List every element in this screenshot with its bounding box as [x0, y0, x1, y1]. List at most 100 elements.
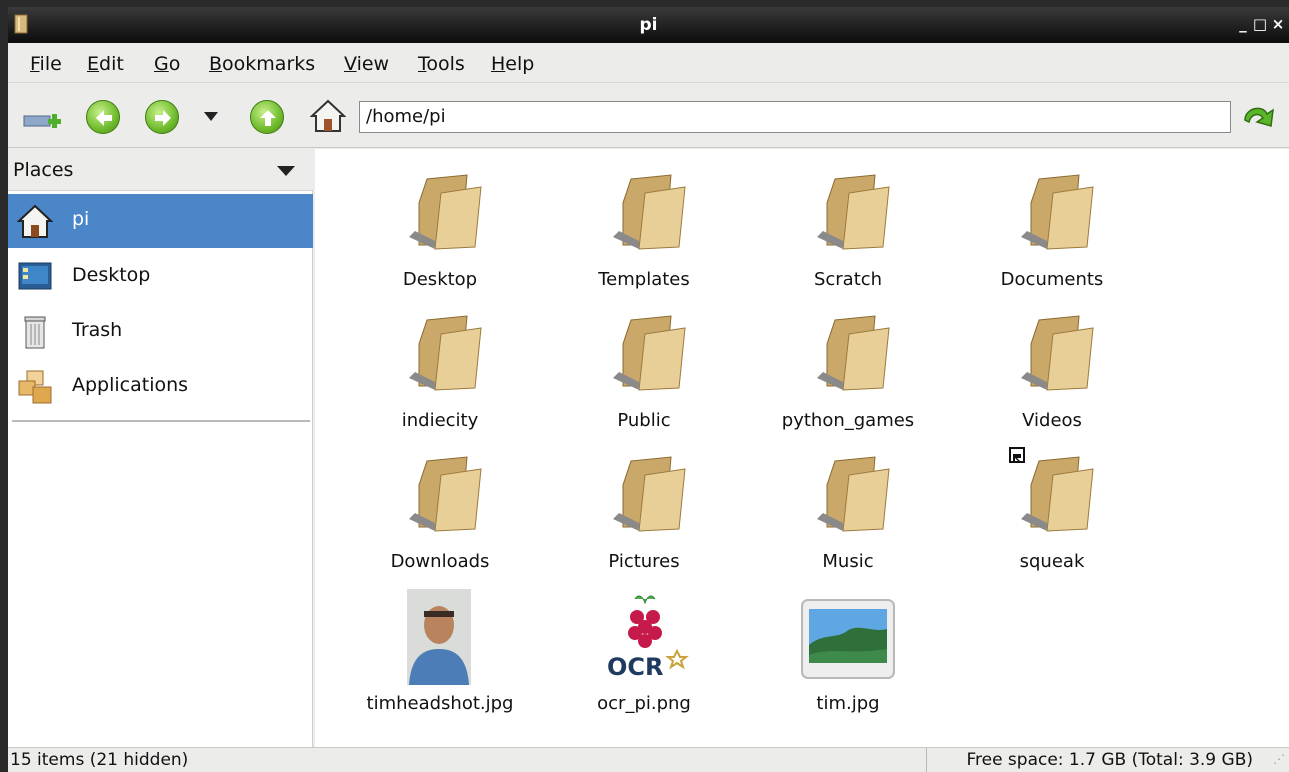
folder-icon — [817, 456, 890, 532]
folder-icon — [613, 174, 686, 250]
file-item-downloads[interactable]: Downloads — [345, 447, 535, 577]
status-item-count: 15 items (21 hidden) — [10, 750, 189, 770]
menu-file-rest: ile — [39, 53, 62, 75]
folder-icon — [613, 315, 686, 391]
places-header[interactable]: Places — [8, 149, 313, 191]
file-name: Music — [822, 551, 874, 572]
raspberry-pi-logo-icon: OCR — [595, 589, 695, 685]
up-icon[interactable] — [250, 100, 284, 134]
sidebar-item-label: Applications — [72, 374, 189, 396]
file-name: Videos — [1022, 410, 1082, 431]
menu-file-accel: F — [30, 53, 40, 75]
sidebar-item-trash[interactable]: Trash — [8, 305, 313, 359]
menu-edit-accel: E — [87, 53, 100, 75]
folder-icon — [1021, 174, 1094, 250]
menu-bookmarks[interactable]: Bookmarks — [209, 53, 315, 75]
file-item-documents[interactable]: Documents — [957, 165, 1147, 295]
file-name: indiecity — [401, 410, 479, 431]
menu-view-accel: V — [344, 53, 357, 75]
go-icon[interactable] — [1241, 100, 1277, 134]
home-icon — [17, 204, 53, 238]
file-item-scratch[interactable]: Scratch — [753, 165, 943, 295]
home-icon[interactable] — [309, 99, 347, 133]
back-icon[interactable] — [86, 100, 120, 134]
new-tab-icon[interactable] — [22, 102, 66, 132]
minimize-button[interactable]: _ — [1235, 16, 1251, 32]
toolbar: /home/pi — [8, 84, 1289, 148]
file-name: Documents — [1000, 269, 1104, 290]
places-title: Places — [13, 159, 74, 181]
menu-view-rest: iew — [356, 53, 390, 75]
menu-bookmarks-accel: B — [209, 53, 223, 75]
symlink-icon — [1009, 447, 1025, 463]
file-item-squeak[interactable]: squeak — [957, 447, 1147, 577]
image-file-icon — [801, 599, 895, 679]
sidebar-divider — [12, 420, 310, 422]
file-item-timheadshot[interactable]: timheadshot.jpg — [345, 589, 535, 719]
folder-icon — [409, 315, 482, 391]
maximize-button[interactable]: □ — [1252, 16, 1268, 32]
menu-edit[interactable]: Edit — [87, 53, 124, 75]
close-button[interactable]: × — [1270, 16, 1286, 32]
menu-help-accel: H — [491, 53, 506, 75]
sidebar-item-label: pi — [72, 208, 90, 230]
status-bar: 15 items (21 hidden) Free space: 1.7 GB … — [8, 747, 1289, 772]
sidebar-item-label: Desktop — [72, 264, 151, 286]
photo-thumbnail-icon — [407, 589, 471, 685]
file-item-indiecity[interactable]: indiecity — [345, 306, 535, 436]
file-name: Desktop — [402, 269, 478, 290]
menu-file[interactable]: File — [30, 53, 62, 75]
file-name: squeak — [1019, 551, 1085, 572]
menu-view[interactable]: View — [344, 53, 389, 75]
menu-bar: File Edit Go Bookmarks View Tools Help — [8, 43, 1289, 83]
menu-edit-rest: dit — [99, 53, 124, 75]
file-view: Desktop Templates Scratch Documents indi… — [315, 149, 1289, 747]
file-item-pictures[interactable]: Pictures — [549, 447, 739, 577]
sidebar-item-label: Trash — [72, 319, 123, 341]
desktop-icon — [18, 262, 52, 290]
folder-icon — [409, 456, 482, 532]
file-item-desktop[interactable]: Desktop — [345, 165, 535, 295]
menu-tools-rest: ools — [426, 53, 465, 75]
trash-icon — [24, 316, 46, 349]
ocr-logo-text: OCR — [607, 653, 664, 681]
window-title: pi — [639, 15, 658, 35]
sidebar-item-desktop[interactable]: Desktop — [8, 250, 313, 304]
file-name: timheadshot.jpg — [366, 693, 514, 714]
menu-go-rest: o — [168, 53, 181, 75]
file-name: Scratch — [813, 269, 883, 290]
applications-icon — [18, 370, 52, 404]
folder-icon — [817, 174, 890, 250]
places-dropdown-icon[interactable] — [277, 166, 295, 176]
file-item-ocr-pi[interactable]: OCR ocr_pi.png — [549, 589, 739, 719]
menu-help[interactable]: Help — [491, 53, 534, 75]
title-bar[interactable]: pi _ □ × — [8, 7, 1289, 43]
file-name: Public — [617, 410, 671, 431]
folder-icon — [1021, 315, 1094, 391]
resize-grip-icon[interactable]: ⋰ — [1273, 752, 1285, 766]
file-name: Downloads — [390, 551, 490, 572]
folder-icon — [613, 456, 686, 532]
forward-icon[interactable] — [145, 100, 179, 134]
file-item-tim[interactable]: tim.jpg — [753, 589, 943, 719]
file-name: python_games — [781, 410, 915, 431]
file-name: Templates — [598, 269, 690, 290]
file-name: tim.jpg — [816, 693, 880, 714]
status-free-space: Free space: 1.7 GB (Total: 3.9 GB) — [966, 750, 1253, 770]
places-sidebar: Places pi Desktop Trash Applications — [8, 149, 313, 747]
file-item-music[interactable]: Music — [753, 447, 943, 577]
history-dropdown-icon[interactable] — [204, 112, 218, 121]
menu-tools[interactable]: Tools — [418, 53, 465, 75]
file-item-python-games[interactable]: python_games — [753, 306, 943, 436]
file-item-videos[interactable]: Videos — [957, 306, 1147, 436]
file-item-public[interactable]: Public — [549, 306, 739, 436]
folder-icon — [409, 174, 482, 250]
menu-go[interactable]: Go — [154, 53, 180, 75]
sidebar-item-pi[interactable]: pi — [8, 194, 313, 248]
sidebar-item-applications[interactable]: Applications — [8, 360, 313, 414]
folder-icon — [817, 315, 890, 391]
status-divider — [926, 748, 927, 772]
file-manager-window: pi _ □ × File Edit Go Bookmarks View Too… — [8, 7, 1289, 772]
file-item-templates[interactable]: Templates — [549, 165, 739, 295]
location-input[interactable]: /home/pi — [359, 101, 1231, 133]
